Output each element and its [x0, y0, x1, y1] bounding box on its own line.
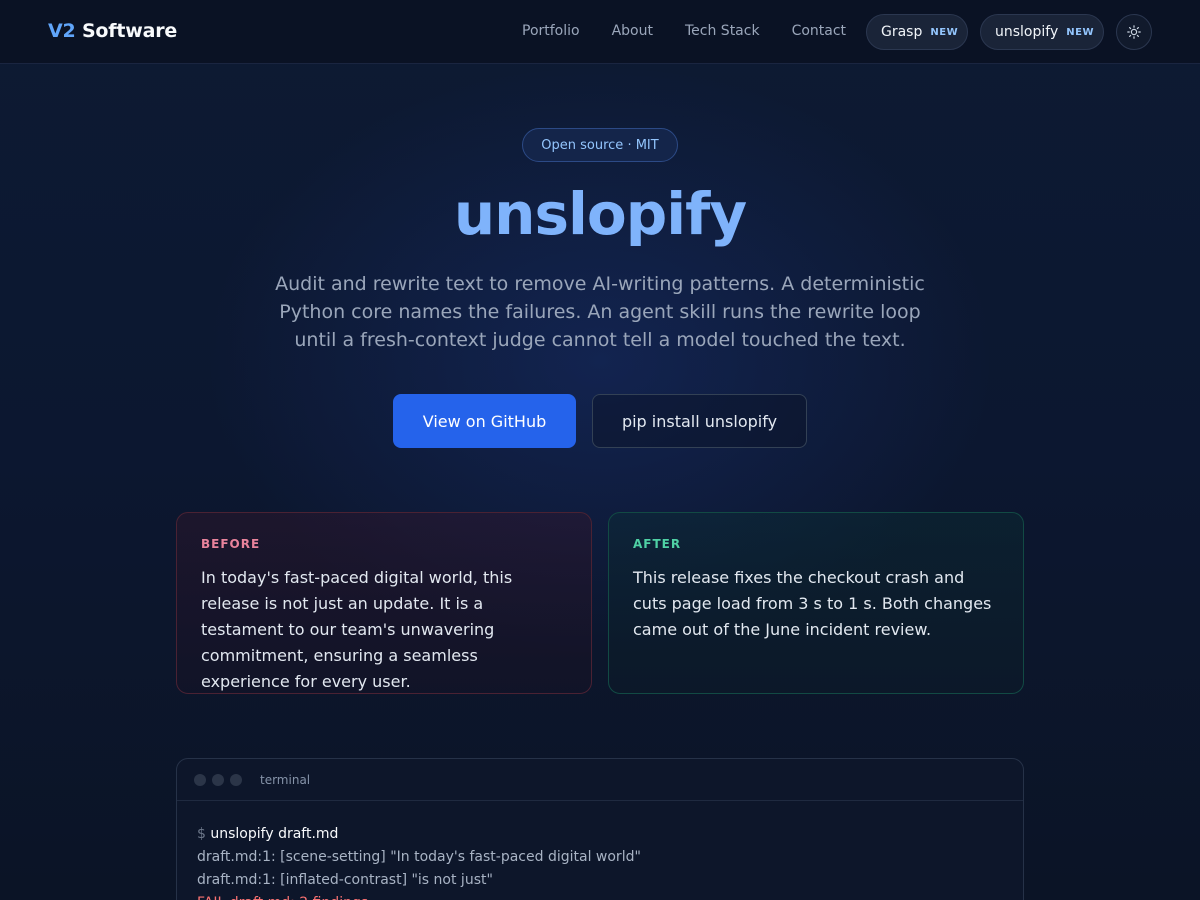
nav-links: Portfolio About Tech Stack Contact: [522, 23, 878, 39]
hero-title: unslopify: [453, 180, 747, 248]
pip-install-button[interactable]: pip install unslopify: [592, 394, 807, 448]
view-on-github-button[interactable]: View on GitHub: [393, 394, 576, 448]
hero-description: Audit and rewrite text to remove AI-writ…: [275, 273, 925, 351]
before-label: BEFORE: [201, 537, 261, 551]
window-dot-icon: [230, 773, 242, 786]
grasp-pill-label: Grasp: [881, 24, 923, 40]
nav-link-portfolio[interactable]: Portfolio: [522, 23, 580, 39]
terminal-command-line: $ unslopify draft.md: [197, 823, 1003, 846]
nav-link-contact[interactable]: Contact: [792, 23, 846, 39]
after-label: AFTER: [633, 537, 682, 551]
unslopify-pill-label: unslopify: [995, 24, 1059, 40]
terminal-output-line: draft.md:1: [scene-setting] "In today's …: [197, 849, 641, 865]
terminal-title: terminal: [260, 772, 311, 787]
terminal-prompt: $: [197, 826, 206, 842]
terminal-command: unslopify draft.md: [210, 826, 339, 842]
terminal-output-line: draft.md:1: [inflated-contrast] "is not …: [197, 872, 493, 888]
brand-suffix: Software: [75, 20, 178, 42]
nav-link-tech-stack[interactable]: Tech Stack: [685, 23, 760, 39]
top-nav: V2 Software Portfolio About Tech Stack C…: [0, 0, 1200, 64]
grasp-new-badge: NEW: [930, 26, 959, 38]
nav-link-about[interactable]: About: [612, 23, 653, 39]
theme-toggle-button[interactable]: [1116, 14, 1152, 50]
terminal-titlebar: terminal: [177, 759, 1023, 801]
sun-icon: [1127, 25, 1141, 39]
before-card: BEFORE In today's fast-paced digital wor…: [176, 512, 592, 694]
brand-prefix: V2: [48, 20, 76, 42]
terminal-fail-line: FAIL draft.md: 2 findings: [197, 892, 1003, 900]
license-badge: Open source · MIT: [522, 128, 678, 162]
after-card: AFTER This release fixes the checkout cr…: [608, 512, 1024, 694]
before-text: In today's fast-paced digital world, thi…: [201, 568, 513, 691]
terminal-output: $ unslopify draft.md draft.md:1: [scene-…: [177, 801, 1023, 900]
unslopify-new-badge: NEW: [1066, 26, 1094, 38]
window-dot-icon: [212, 773, 224, 786]
window-dot-icon: [194, 773, 206, 786]
grasp-pill-button[interactable]: Grasp NEW: [866, 14, 968, 50]
after-text: This release fixes the checkout crash an…: [633, 568, 992, 639]
terminal-window: terminal $ unslopify draft.md draft.md:1…: [176, 758, 1024, 900]
unslopify-pill-button[interactable]: unslopify NEW: [980, 14, 1104, 50]
brand-logo[interactable]: V2 Software: [48, 20, 177, 42]
